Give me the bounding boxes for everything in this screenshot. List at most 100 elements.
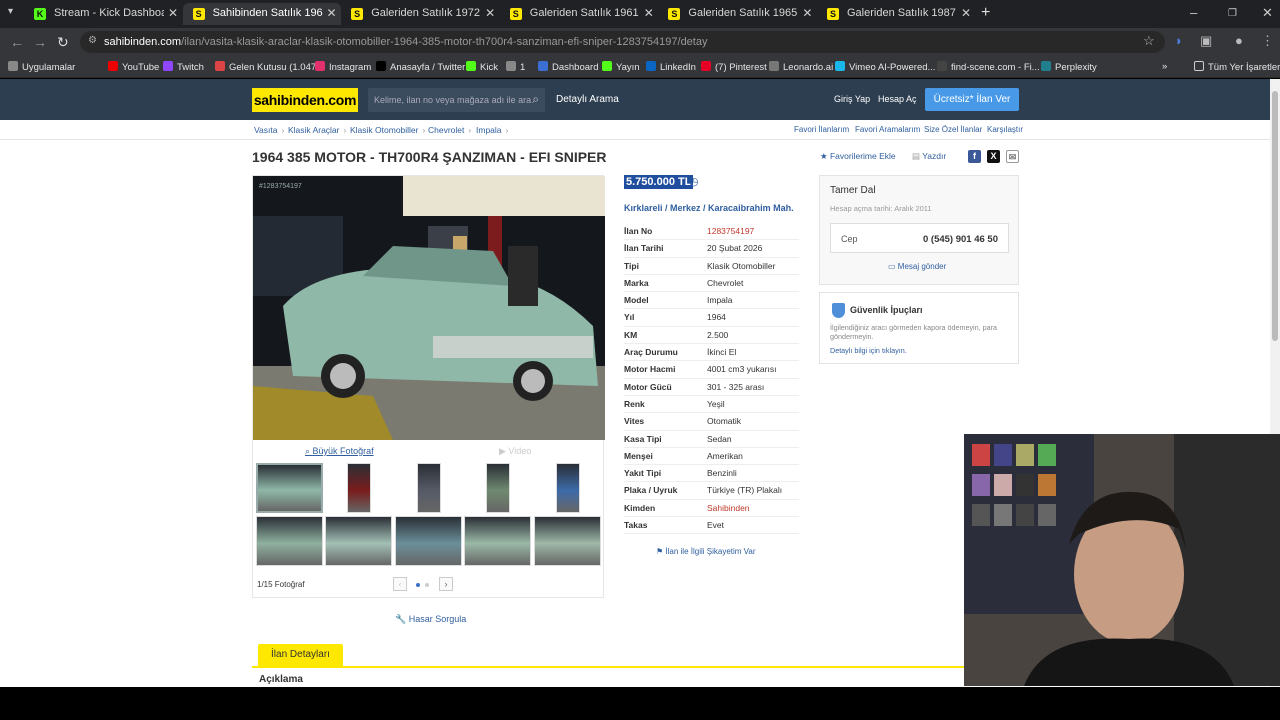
detailed-search-link[interactable]: Detaylı Arama (556, 94, 619, 105)
bookmark-item[interactable]: (7) Pinterest (701, 61, 767, 73)
photo-thumbnail[interactable] (533, 516, 601, 566)
top-link[interactable]: Favori Aramalarım (855, 125, 920, 134)
main-photo[interactable]: #1283754197 (253, 176, 605, 440)
tab-close-icon[interactable]: ✕ (168, 6, 178, 20)
browser-tab[interactable]: S Galeriden Satılık 1965 Model K ✕ (658, 3, 816, 25)
tab-close-icon[interactable]: ✕ (802, 6, 812, 20)
price-history-icon[interactable]: ◷ (689, 175, 699, 188)
bookmark-item[interactable]: Vimeo AI-Powered... (835, 61, 935, 73)
bookmark-item[interactable]: LinkedIn (646, 61, 696, 73)
bookmark-item[interactable]: Leonardo.ai (769, 61, 833, 73)
photo-thumbnail[interactable] (347, 463, 372, 513)
breadcrumb-item[interactable]: Klasik Otomobiller › (350, 125, 425, 135)
search-icon[interactable]: ⌕ (532, 92, 539, 107)
search-input[interactable]: Kelime, ilan no veya mağaza adı ile ara … (368, 88, 545, 112)
email-share-icon[interactable]: ✉ (1006, 150, 1019, 163)
photo-thumbnail[interactable] (486, 463, 511, 513)
browser-tab[interactable]: K Stream - Kick Dashboard ✕ (24, 3, 182, 25)
complaint-link[interactable]: ⚑ İlan ile İlgili Şikayetim Var (656, 547, 756, 556)
top-link[interactable]: Size Özel İlanlar (924, 125, 982, 134)
photo-thumbnail[interactable] (256, 516, 323, 566)
photo-thumbnail[interactable] (555, 463, 580, 513)
breadcrumb-item[interactable]: Vasıta › (254, 125, 284, 135)
maximize-icon[interactable]: ❐ (1228, 8, 1237, 19)
register-link[interactable]: Hesap Aç (878, 94, 917, 104)
top-link[interactable]: Karşılaştır (987, 125, 1023, 134)
photo-thumbnail[interactable] (325, 516, 393, 566)
tab-listing-details[interactable]: İlan Detayları (258, 644, 343, 666)
seller-name[interactable]: Tamer Dal (830, 185, 876, 196)
phone-number[interactable]: 0 (545) 901 46 50 (923, 234, 998, 245)
bookmark-star-icon[interactable]: ☆ (1143, 33, 1155, 49)
next-photos-button[interactable]: › (439, 577, 453, 591)
address-bar[interactable]: ⚙ sahibinden.com/ilan/vasita-klasik-arac… (80, 31, 1165, 53)
tab-close-icon[interactable]: ✕ (961, 6, 971, 20)
video-link[interactable]: ▶ Video (499, 446, 531, 457)
safety-title: Güvenlik İpuçları (850, 305, 923, 315)
page-dot[interactable] (425, 583, 429, 587)
extension-icon[interactable]: ◗ (1175, 33, 1183, 48)
tab-close-icon[interactable]: ✕ (485, 6, 495, 20)
bookmark-item[interactable]: find-scene.com - Fi... (937, 61, 1040, 73)
more-bookmarks-icon[interactable]: » (1162, 61, 1167, 72)
send-message-link[interactable]: ▭ Mesaj gönder (888, 262, 946, 271)
safety-link[interactable]: tıklayın. (882, 346, 907, 355)
breadcrumb-item[interactable]: Chevrolet › (428, 125, 471, 135)
facebook-share-icon[interactable]: f (968, 150, 981, 163)
spec-key: Renk (624, 398, 645, 409)
bookmark-item[interactable]: Twitch (163, 61, 204, 73)
browser-tab[interactable]: S Galeriden Satılık 1987 Model K ✕ (817, 3, 975, 25)
bookmark-item[interactable]: YouTube (108, 61, 159, 73)
bookmark-item[interactable]: Gelen Kutusu (1.047... (215, 61, 324, 73)
bookmark-item[interactable]: Uygulamalar (8, 61, 75, 73)
page-dot-active[interactable] (416, 583, 420, 587)
photo-thumbnail[interactable] (394, 516, 462, 566)
bookmark-item[interactable]: Instagram (315, 61, 371, 73)
bookmark-item[interactable]: 1 (506, 61, 525, 73)
bookmark-item[interactable]: Dashboard (538, 61, 598, 73)
tab-close-icon[interactable]: ✕ (327, 6, 337, 20)
x-share-icon[interactable]: X (987, 150, 1000, 163)
new-tab-button[interactable]: + (981, 4, 990, 22)
tab-close-icon[interactable]: ✕ (644, 6, 654, 20)
breadcrumb-label: Impala (476, 125, 502, 135)
browser-tab[interactable]: S Galeriden Satılık 1961 Model K ✕ (500, 3, 658, 25)
location[interactable]: Kırklareli / Merkez / Karacaibrahim Mah. (624, 203, 794, 213)
login-link[interactable]: Giriş Yap (834, 94, 870, 104)
reload-icon[interactable]: ↻ (57, 34, 69, 51)
browser-menu-icon[interactable]: ⋮ (1261, 33, 1274, 49)
minimize-icon[interactable]: – (1190, 5, 1197, 20)
photo-thumbnail[interactable] (464, 516, 532, 566)
scrollbar-thumb[interactable] (1272, 91, 1278, 341)
site-info-icon[interactable]: ⚙ (88, 35, 97, 46)
big-photo-link[interactable]: ⌕ Büyük Fotoğraf (305, 446, 374, 457)
bookmark-item[interactable]: Perplexity (1041, 61, 1097, 73)
forward-icon[interactable]: → (33, 34, 47, 50)
bookmark-item[interactable]: Kick (466, 61, 498, 73)
spec-row: Vites Otomatik (624, 413, 799, 431)
browser-tab[interactable]: S Galeriden Satılık 1972 Model K ✕ (341, 3, 499, 25)
add-favorite-link[interactable]: ★ Favorilerime Ekle (820, 151, 896, 162)
back-icon[interactable]: ← (10, 34, 24, 50)
all-bookmarks-folder[interactable]: Tüm Yer İşaretleri (1194, 61, 1280, 73)
photo-thumbnail[interactable] (256, 463, 323, 513)
bookmark-item[interactable]: Yayın (602, 61, 640, 73)
breadcrumb-item[interactable]: Klasik Araçlar › (288, 125, 346, 135)
top-link[interactable]: Favori İlanlarım (794, 125, 849, 134)
prev-photos-button[interactable]: ‹ (393, 577, 407, 591)
close-window-icon[interactable]: ✕ (1262, 5, 1273, 21)
bookmark-item[interactable]: Anasayfa / Twitter (376, 61, 465, 73)
play-icon: ▶ (499, 446, 509, 456)
photo-thumbnail[interactable] (416, 463, 441, 513)
site-logo[interactable]: sahibinden.com (252, 88, 358, 112)
profile-avatar-icon[interactable]: ● (1235, 33, 1243, 48)
bookmark-favicon-icon (8, 61, 18, 71)
damage-query-link[interactable]: 🔧 Hasar Sorgula (395, 614, 466, 625)
breadcrumb-item[interactable]: Impala › (476, 125, 508, 135)
spec-row: Motor Hacmi 4001 cm3 yukarısı (624, 361, 799, 379)
print-link[interactable]: ▤ Yazdır (912, 151, 946, 162)
browser-tab[interactable]: S Sahibinden Satılık 1964 Model ✕ (182, 3, 341, 25)
post-ad-button[interactable]: Ücretsiz* İlan Ver (925, 88, 1019, 111)
tab-search-icon[interactable]: ▾ (8, 6, 13, 17)
extensions-puzzle-icon[interactable]: ▣ (1200, 33, 1212, 49)
